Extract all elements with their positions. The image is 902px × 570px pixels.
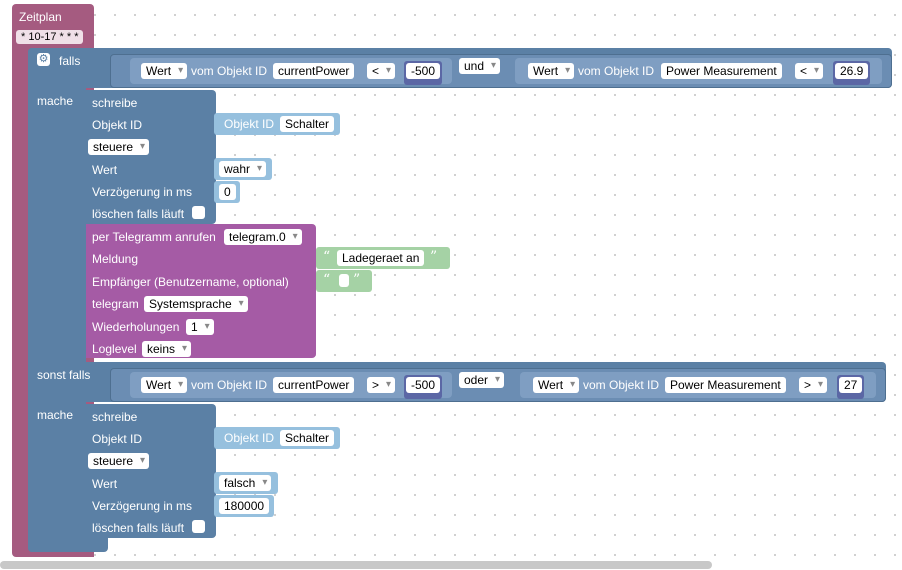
telegram-instance-dropdown[interactable]: telegram.0 — [224, 229, 302, 245]
cond2-left-id-field[interactable]: currentPower — [273, 377, 355, 393]
cond1-left-number-block[interactable]: -500 — [404, 61, 443, 85]
write2-clear-checkbox[interactable] — [192, 520, 205, 533]
cond2-left-text: vom Objekt ID — [191, 378, 268, 392]
open-quote-icon: “ — [323, 272, 331, 288]
cond1-left-text: vom Objekt ID — [191, 64, 268, 78]
if-block[interactable] — [28, 48, 86, 552]
write2-delay-field[interactable]: 180000 — [219, 498, 270, 514]
write1-title: schreibe — [92, 96, 138, 110]
write2-object-field[interactable]: Schalter — [280, 430, 335, 446]
telegram-message-label: Meldung — [92, 252, 139, 266]
write-block-2[interactable] — [86, 404, 216, 538]
write2-clear-label: löschen falls läuft — [92, 521, 185, 535]
telegram-repeat-label: Wiederholungen — [92, 320, 180, 334]
cond2-right-id-field[interactable]: Power Measurement — [665, 377, 786, 393]
cond1-right-number-field[interactable]: 26.9 — [835, 63, 869, 79]
telegram-loglevel-label: Loglevel — [92, 342, 137, 356]
telegram-recipient-field[interactable] — [339, 274, 349, 287]
cond2-right-number-field[interactable]: 27 — [839, 377, 863, 393]
write1-object-field[interactable]: Schalter — [280, 116, 335, 132]
write-block-1[interactable] — [86, 90, 216, 224]
write1-value-dropdown[interactable]: wahr — [219, 161, 267, 177]
cond1-right-id-field[interactable]: Power Measurement — [661, 63, 782, 79]
close-quote-icon: ” — [353, 272, 361, 288]
telegram-repeat-dropdown[interactable]: 1 — [186, 319, 214, 335]
cond2-right-text: vom Objekt ID — [583, 378, 660, 392]
telegram-message-field[interactable]: Ladegeraet an — [337, 250, 425, 266]
telegram-recipient-label: Empfänger (Benutzername, optional) — [92, 275, 289, 289]
cond1-left-value-dropdown[interactable]: Wert — [141, 63, 188, 79]
cond2-right-number-block[interactable]: 27 — [837, 375, 865, 399]
cond1-right-text: vom Objekt ID — [578, 64, 655, 78]
else-if-label: sonst falls — [37, 368, 91, 382]
write2-title: schreibe — [92, 410, 138, 424]
cond1-left-number-field[interactable]: -500 — [406, 63, 441, 79]
do-label-1: mache — [37, 94, 74, 108]
cond2-logic-dropdown[interactable]: oder — [459, 372, 505, 388]
telegram-lang-label: telegram — [92, 297, 139, 311]
write1-object-prefix: Objekt ID — [224, 117, 275, 131]
write2-mode-dropdown[interactable]: steuere — [88, 453, 150, 469]
write2-value-label: Wert — [92, 477, 118, 491]
cond2-left-operator-dropdown[interactable]: > — [367, 377, 396, 393]
cond2-left-number-field[interactable]: -500 — [406, 377, 441, 393]
cond1-logic-dropdown[interactable]: und — [459, 58, 501, 74]
cond1-left-operator-dropdown[interactable]: < — [367, 63, 396, 79]
write2-object-prefix: Objekt ID — [224, 431, 275, 445]
telegram-title: per Telegramm anrufen — [92, 230, 216, 244]
write2-object-label: Objekt ID — [92, 432, 143, 446]
cond2-right-operator-dropdown[interactable]: > — [799, 377, 828, 393]
horizontal-scrollbar[interactable] — [0, 561, 712, 569]
cond2-left-value-dropdown[interactable]: Wert — [141, 377, 188, 393]
cond2-left-number-block[interactable]: -500 — [404, 375, 443, 399]
if-label: falls — [59, 54, 81, 68]
if-block-footer — [28, 538, 108, 552]
write2-delay-label: Verzögerung in ms — [92, 499, 193, 513]
write1-mode-dropdown[interactable]: steuere — [88, 139, 150, 155]
gear-icon[interactable]: ⚙ — [37, 53, 50, 66]
cond1-left-id-field[interactable]: currentPower — [273, 63, 355, 79]
cond1-right-number-block[interactable]: 26.9 — [833, 61, 871, 85]
schedule-label: Zeitplan — [19, 10, 62, 24]
write1-clear-label: löschen falls läuft — [92, 207, 185, 221]
close-quote-icon: ” — [430, 249, 438, 265]
write1-object-label: Objekt ID — [92, 118, 143, 132]
open-quote-icon: “ — [323, 249, 331, 265]
write1-delay-label: Verzögerung in ms — [92, 185, 193, 199]
do-label-2: mache — [37, 408, 74, 422]
telegram-language-dropdown[interactable]: Systemsprache — [144, 296, 248, 312]
cond1-right-value-dropdown[interactable]: Wert — [528, 63, 575, 79]
cond1-right-operator-dropdown[interactable]: < — [795, 63, 824, 79]
cron-field[interactable]: * 10-17 * * * — [16, 30, 84, 44]
cond2-right-value-dropdown[interactable]: Wert — [533, 377, 580, 393]
write1-delay-field[interactable]: 0 — [219, 184, 236, 200]
write1-clear-checkbox[interactable] — [192, 206, 205, 219]
write2-value-dropdown[interactable]: falsch — [219, 475, 272, 491]
write1-value-label: Wert — [92, 163, 118, 177]
telegram-loglevel-dropdown[interactable]: keins — [142, 341, 192, 357]
